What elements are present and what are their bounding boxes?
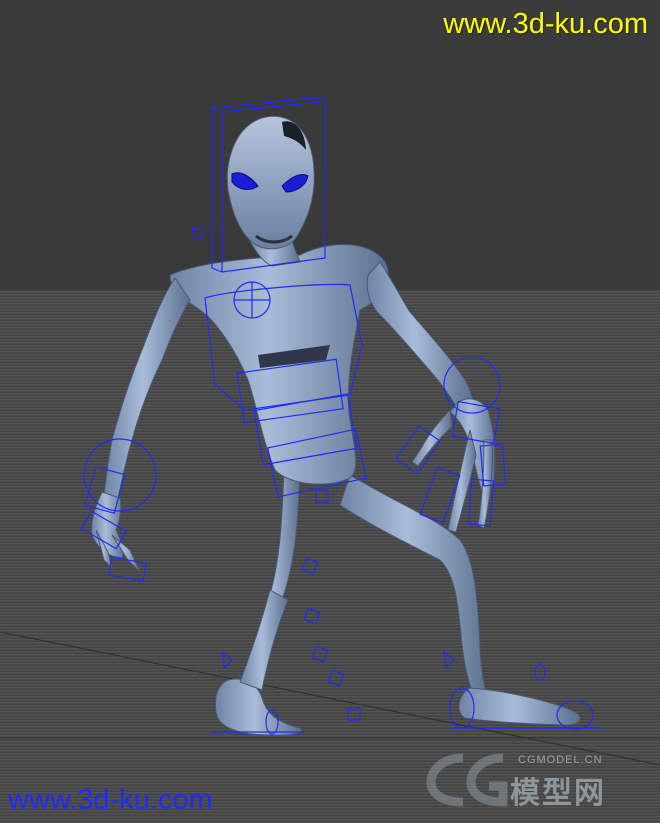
- character-arm-right: [366, 261, 473, 411]
- rig-knee-control: [303, 607, 321, 625]
- rig-foot-right-control: [443, 650, 455, 670]
- rig-knee-control: [301, 557, 319, 575]
- cgmodel-logo-caption: CGMODEL.CN: [518, 754, 603, 766]
- rig-heel-right: [534, 663, 546, 681]
- rig-knee-control: [311, 645, 329, 663]
- rig-foot-left-control: [221, 650, 233, 670]
- watermark-bottom: www.3d-ku.com: [8, 784, 213, 816]
- 3d-viewport[interactable]: CGMODEL.CN 模型网 www.3d-ku.com www.3d-ku.c…: [0, 0, 660, 823]
- character-leg-right: [339, 474, 491, 705]
- character-finger: [411, 408, 453, 467]
- rig-finger-box: [108, 556, 147, 582]
- character-scene[interactable]: [0, 0, 660, 823]
- character-model[interactable]: [91, 115, 581, 736]
- ground-line: [0, 631, 660, 766]
- watermark-top: www.3d-ku.com: [443, 8, 648, 40]
- rig-knee-control: [347, 707, 361, 721]
- character-foot-right: [458, 687, 581, 726]
- rig-knee-control: [327, 669, 345, 687]
- rig-knee-control: [315, 489, 329, 503]
- cgmodel-logo-title: 模型网: [510, 776, 606, 811]
- character-arm-left: [103, 277, 191, 499]
- rig-pole-target: [192, 227, 205, 241]
- character-shin-left: [239, 589, 289, 691]
